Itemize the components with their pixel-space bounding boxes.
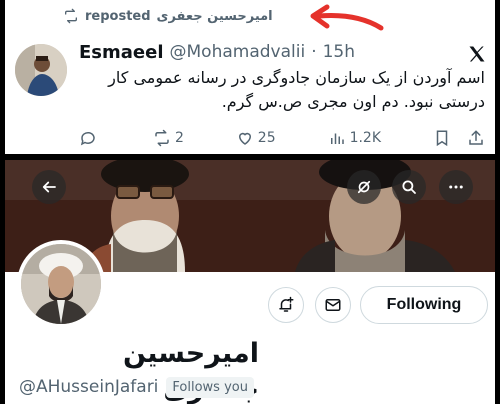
follows-you-badge: Follows you <box>166 376 254 398</box>
handle-row: @AHusseinJafari Follows you <box>19 374 254 400</box>
hide-icon <box>357 180 371 194</box>
author-handle[interactable]: @Mohamadvalii <box>170 42 306 62</box>
tweet-text: اسم آوردن از یک سازمان جادوگری در رسانه … <box>108 68 485 111</box>
back-arrow-icon <box>42 181 56 193</box>
notify-icon <box>279 296 294 312</box>
following-button[interactable]: Following <box>360 286 488 324</box>
bookmark-button[interactable] <box>433 129 451 147</box>
x-logo-icon <box>469 46 485 62</box>
profile-card: Following امیرحسین جعفری @AHusseinJafari… <box>5 160 495 404</box>
more-icon <box>449 185 463 189</box>
hide-button[interactable] <box>347 170 381 204</box>
repost-label: reposted <box>85 8 151 24</box>
more-button[interactable] <box>439 170 473 204</box>
tweet-time[interactable]: 15h <box>323 42 355 62</box>
repost-context: reposted امیرحسین جعفری <box>63 6 273 26</box>
like-icon <box>238 132 251 145</box>
views-button[interactable]: 1.2K <box>328 129 381 147</box>
notify-button[interactable] <box>268 287 304 323</box>
reply-button[interactable] <box>79 129 101 147</box>
separator: · <box>311 42 317 62</box>
like-count: 25 <box>257 130 276 146</box>
back-button[interactable] <box>32 170 66 204</box>
share-icon <box>469 130 483 145</box>
share-button[interactable] <box>467 129 485 147</box>
profile-handle: @AHusseinJafari <box>19 377 159 397</box>
like-button[interactable]: 25 <box>236 129 276 147</box>
repost-icon <box>65 8 77 24</box>
profile-avatar[interactable] <box>17 240 105 328</box>
author-name[interactable]: Esmaeel <box>79 42 164 63</box>
message-button[interactable] <box>315 287 351 323</box>
mail-icon <box>325 299 341 311</box>
annotation-arrow-icon <box>310 4 384 31</box>
search-icon <box>402 180 416 194</box>
search-button[interactable] <box>392 170 426 204</box>
views-count: 1.2K <box>349 130 382 146</box>
action-bar: 2 25 1.2K <box>79 128 485 148</box>
views-icon <box>330 133 344 144</box>
repost-name[interactable]: امیرحسین جعفری <box>157 9 273 24</box>
repost-button[interactable]: 2 <box>153 129 184 147</box>
secondary-actions <box>433 129 485 147</box>
reply-icon <box>80 131 95 146</box>
bookmark-icon <box>436 130 448 147</box>
tweet-card[interactable]: reposted امیرحسین جعفری Esmaeel @Mohamad… <box>5 0 495 154</box>
avatar[interactable] <box>15 44 67 96</box>
repost-count: 2 <box>174 130 184 146</box>
tweet-header: Esmaeel @Mohamadvalii · 15h <box>79 40 355 64</box>
repost-icon <box>155 129 169 147</box>
